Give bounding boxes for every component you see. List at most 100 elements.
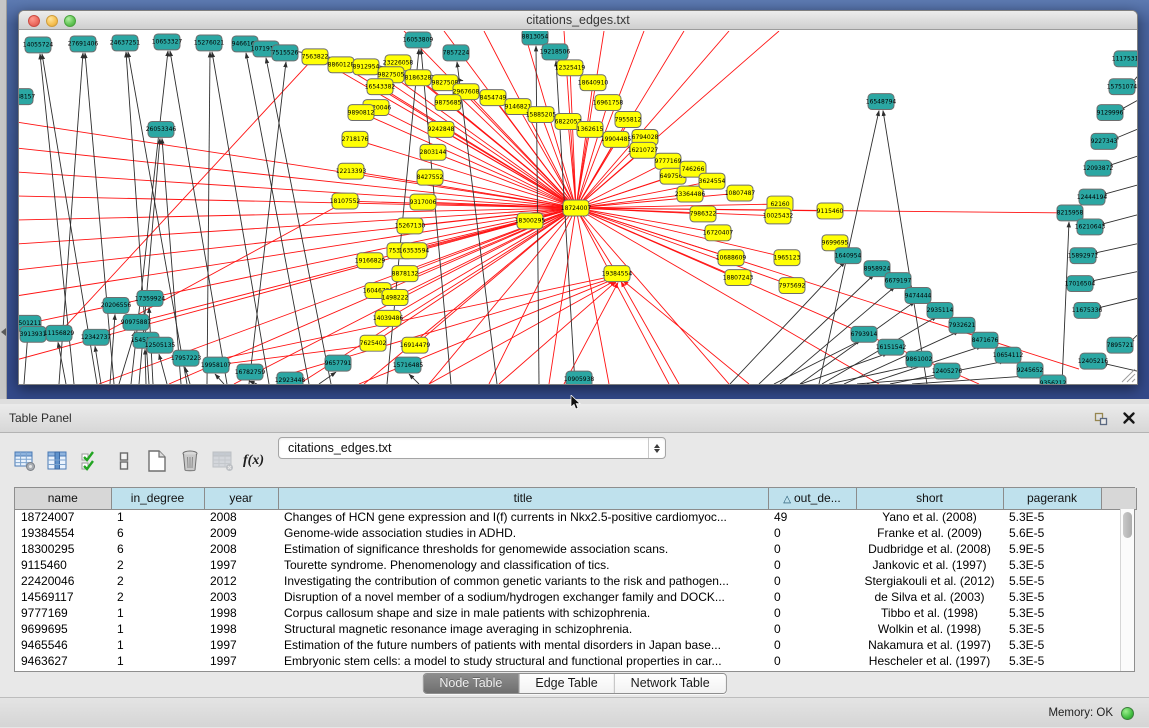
graph-edge[interactable] (215, 374, 224, 384)
table-cell[interactable]: 0 (768, 573, 856, 589)
table-cell[interactable]: 9699695 (15, 621, 111, 637)
table-cell[interactable]: 6 (111, 541, 204, 557)
graph-edge[interactable] (319, 372, 336, 384)
table-cell[interactable]: 9115460 (15, 557, 111, 573)
graph-edge[interactable] (249, 381, 257, 384)
table-cell[interactable]: 9777169 (15, 605, 111, 621)
table-row[interactable]: 1830029562008Estimation of significance … (15, 541, 1136, 557)
table-cell[interactable]: Estimation of the future numbers of pati… (278, 637, 768, 653)
table-cell[interactable]: 22420046 (15, 573, 111, 589)
table-cell[interactable]: 5.3E-5 (1003, 653, 1101, 669)
table-cell[interactable]: Tibbo et al. (1998) (856, 605, 1003, 621)
table-cell[interactable]: 5.3E-5 (1003, 621, 1101, 637)
new-column-icon[interactable] (144, 448, 170, 474)
table-cell[interactable]: 0 (768, 525, 856, 541)
graph-edge[interactable] (621, 282, 679, 384)
table-cell[interactable]: 2009 (204, 525, 278, 541)
column-header-name[interactable]: name (15, 488, 111, 509)
graph-edge[interactable] (801, 353, 888, 384)
table-selector-dropdown[interactable]: citations_edges.txt (278, 437, 666, 459)
column-header-out_de[interactable]: △out_de... (768, 488, 856, 509)
table-cell[interactable]: 1 (111, 653, 204, 669)
table-cell[interactable]: 0 (768, 589, 856, 605)
graph-edge[interactable] (429, 281, 615, 384)
table-cell[interactable]: Wolkin et al. (1998) (856, 621, 1003, 637)
table-cell[interactable]: 9463627 (15, 653, 111, 669)
scrollbar-thumb[interactable] (1123, 512, 1132, 538)
tab-network-table[interactable]: Network Table (615, 674, 726, 693)
table-cell[interactable]: Yano et al. (2008) (856, 509, 1003, 525)
table-cell[interactable]: 1 (111, 621, 204, 637)
graph-edge[interactable] (1062, 222, 1069, 384)
table-cell[interactable]: 2008 (204, 509, 278, 525)
table-cell[interactable]: Investigating the contribution of common… (278, 573, 768, 589)
table-cell[interactable]: Embryonic stem cells: a model to study s… (278, 653, 768, 669)
table-cell[interactable]: 5.6E-5 (1003, 525, 1101, 541)
column-header-in_degree[interactable]: in_degree (111, 488, 204, 509)
row-height-icon[interactable] (111, 448, 137, 474)
graph-edge[interactable] (212, 52, 269, 384)
table-cell[interactable]: 14569117 (15, 589, 111, 605)
column-header-pagerank[interactable]: pagerank (1003, 488, 1101, 509)
table-cell[interactable]: Hescheler et al. (1997) (856, 653, 1003, 669)
table-cell[interactable]: Nakamura et al. (1997) (856, 637, 1003, 653)
node-table[interactable]: namein_degreeyeartitle△out_de...shortpag… (14, 487, 1135, 672)
graph-edge[interactable] (1089, 272, 1137, 282)
graph-edge[interactable] (19, 196, 576, 208)
west-splitter[interactable] (0, 0, 7, 399)
table-row[interactable]: 911546021997Tourette syndrome. Phenomeno… (15, 557, 1136, 573)
graph-edge[interactable] (912, 376, 1027, 384)
delete-column-icon[interactable] (177, 448, 203, 474)
table-cell[interactable]: 49 (768, 509, 856, 525)
float-panel-icon[interactable] (1093, 411, 1109, 427)
table-cell[interactable]: 5.3E-5 (1003, 605, 1101, 621)
table-cell[interactable]: Jankovic et al. (1997) (856, 557, 1003, 573)
table-cell[interactable]: 6 (111, 525, 204, 541)
table-cell[interactable]: 1997 (204, 637, 278, 653)
table-cell[interactable]: 5.9E-5 (1003, 541, 1101, 557)
table-cell[interactable]: Dudbridge et al. (2008) (856, 541, 1003, 557)
graph-edge[interactable] (1092, 244, 1137, 254)
table-cell[interactable]: 1 (111, 605, 204, 621)
table-cell[interactable]: 0 (768, 605, 856, 621)
window-titlebar[interactable]: citations_edges.txt (19, 11, 1137, 30)
network-window[interactable]: citations_edges.txt 18724007183002957563… (18, 10, 1138, 385)
table-cell[interactable]: 1998 (204, 605, 278, 621)
table-row[interactable]: 1938455462009Genome-wide association stu… (15, 525, 1136, 541)
table-cell[interactable]: 5.3E-5 (1003, 509, 1101, 525)
table-cell[interactable]: Tourette syndrome. Phenomenology and cla… (278, 557, 768, 573)
table-cell[interactable]: 5.3E-5 (1003, 557, 1101, 573)
graph-edge[interactable] (159, 354, 167, 384)
delete-table-icon[interactable] (210, 448, 236, 474)
table-cell[interactable]: 1 (111, 637, 204, 653)
table-cell[interactable]: Stergiakouli et al. (2012) (856, 573, 1003, 589)
select-columns-icon[interactable] (78, 448, 104, 474)
table-row[interactable]: 969969511998Structural magnetic resonanc… (15, 621, 1136, 637)
table-cell[interactable]: 2008 (204, 541, 278, 557)
table-cell[interactable]: Structural magnetic resonance image aver… (278, 621, 768, 637)
table-cell[interactable]: 18300295 (15, 541, 111, 557)
table-cell[interactable]: 1997 (204, 557, 278, 573)
graph-edge[interactable] (576, 83, 593, 208)
table-mode-icon[interactable] (12, 448, 38, 474)
table-cell[interactable]: 1998 (204, 621, 278, 637)
table-cell[interactable]: 2 (111, 573, 204, 589)
table-cell[interactable]: 1 (111, 509, 204, 525)
table-cell[interactable]: 19384554 (15, 525, 111, 541)
table-cell[interactable]: Changes of HCN gene expression and I(f) … (278, 509, 768, 525)
close-panel-icon[interactable] (1121, 410, 1137, 426)
table-scrollbar[interactable] (1120, 509, 1134, 671)
tab-node-table[interactable]: Node Table (423, 674, 519, 693)
function-builder-icon[interactable]: f(x) (243, 453, 264, 469)
graph-edge[interactable] (207, 52, 210, 384)
network-canvas[interactable]: 1872400718300295756382288601288912954232… (19, 31, 1137, 384)
graph-edge[interactable] (145, 349, 146, 384)
graph-edge[interactable] (246, 53, 309, 384)
graph-edge[interactable] (387, 49, 419, 384)
table-cell[interactable]: Corpus callosum shape and size in male p… (278, 605, 768, 621)
tab-edge-table[interactable]: Edge Table (519, 674, 614, 693)
show-column-icon[interactable] (45, 448, 71, 474)
table-cell[interactable]: 0 (768, 637, 856, 653)
table-cell[interactable]: Estimation of significance thresholds fo… (278, 541, 768, 557)
collapse-arrow-icon[interactable] (1, 328, 6, 336)
